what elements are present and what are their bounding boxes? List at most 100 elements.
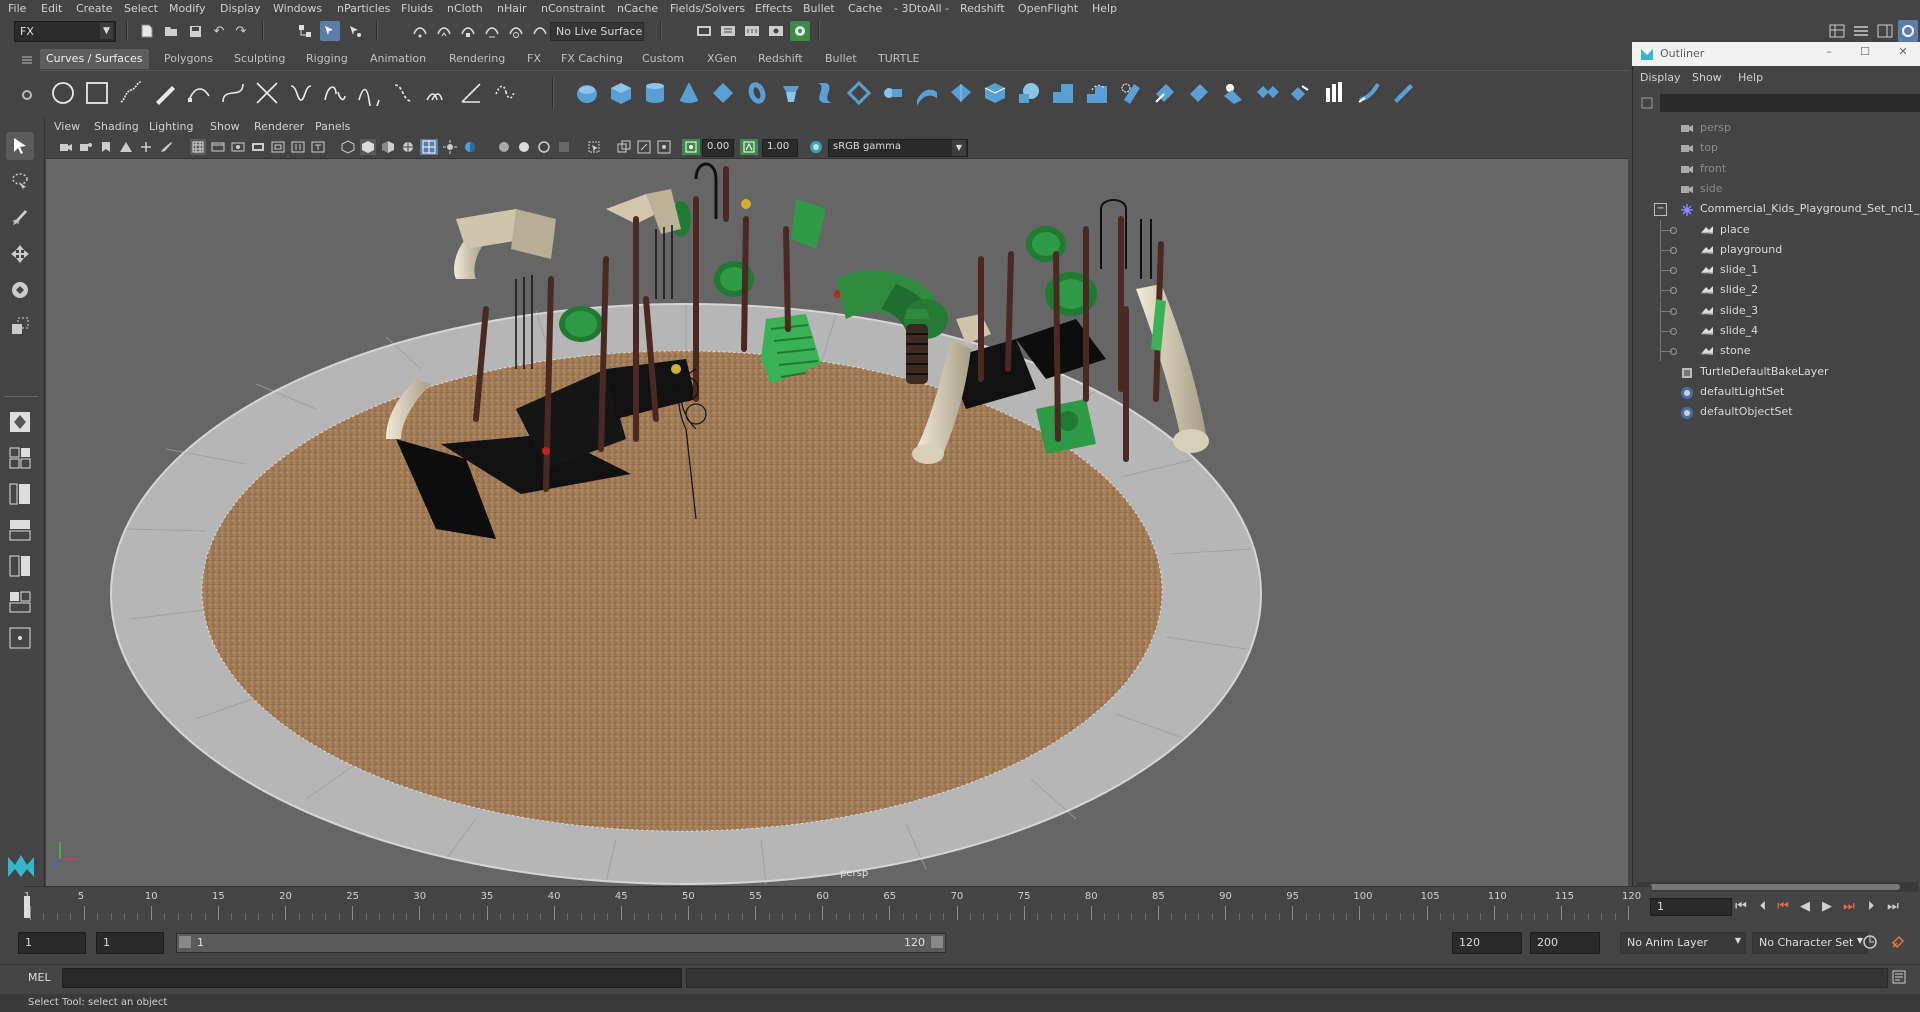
bookmark-icon[interactable] — [98, 139, 114, 155]
xray-components-icon[interactable] — [656, 139, 672, 155]
playback-start-field[interactable]: 1 — [96, 932, 164, 954]
scrollbar-thumb[interactable] — [1650, 884, 1900, 890]
menu-windows[interactable]: Windows — [273, 2, 322, 15]
menu-edit[interactable]: Edit — [41, 2, 62, 15]
color-management-icon[interactable] — [808, 139, 824, 155]
snap-view-plane-icon[interactable] — [482, 21, 502, 41]
nurbs-plane-icon[interactable] — [710, 80, 736, 106]
undo-icon[interactable]: ↶ — [210, 21, 228, 41]
align-surfaces-icon[interactable] — [1288, 80, 1314, 106]
close-icon[interactable]: ✕ — [1894, 45, 1912, 63]
camera-attributes-icon[interactable] — [78, 139, 94, 155]
tab-fx[interactable]: FX — [521, 49, 547, 69]
menu-openflight[interactable]: OpenFlight — [1018, 2, 1078, 15]
depth-of-field-icon[interactable] — [556, 139, 572, 155]
outliner-item-turtledefaultbakelayer[interactable]: TurtleDefaultBakeLayer — [1632, 362, 1920, 382]
new-scene-icon[interactable] — [138, 21, 156, 41]
tab-fx-caching[interactable]: FX Caching — [555, 49, 629, 69]
extend-curve-icon[interactable] — [356, 80, 382, 112]
outliner-item-top[interactable]: top — [1632, 138, 1920, 158]
maximize-icon[interactable]: ☐ — [1856, 45, 1874, 63]
wireframe-icon[interactable] — [340, 139, 356, 155]
menu-ncloth[interactable]: nCloth — [447, 2, 483, 15]
exposure-toggle-icon[interactable] — [682, 139, 700, 155]
persp-outliner-layout-icon[interactable] — [6, 480, 34, 508]
menu-set-dropdown[interactable]: FX ▼ — [14, 21, 116, 42]
image-plane-icon[interactable] — [118, 139, 134, 155]
command-input[interactable] — [62, 968, 682, 988]
current-frame-field[interactable]: 1 — [1650, 898, 1732, 916]
intersect-surfaces-icon[interactable] — [1118, 80, 1144, 106]
shelf-settings-icon[interactable] — [18, 86, 36, 104]
step-forward-frame-icon[interactable]: ⏵ — [1862, 897, 1880, 915]
planar-icon[interactable] — [846, 80, 872, 106]
rotate-tool-icon[interactable] — [6, 276, 34, 304]
redo-icon[interactable]: ↷ — [232, 21, 250, 41]
menu-ncache[interactable]: nCache — [617, 2, 658, 15]
render-settings-icon[interactable] — [766, 21, 786, 41]
viewport-menu-panels[interactable]: Panels — [315, 120, 350, 133]
attach-surfaces-icon[interactable] — [1220, 80, 1246, 106]
menu-help[interactable]: Help — [1092, 2, 1117, 15]
tab-turtle[interactable]: TURTLE — [872, 49, 925, 69]
attach-curves-icon[interactable] — [288, 80, 314, 106]
gate-mask-icon[interactable] — [250, 139, 266, 155]
ipr-render-icon[interactable] — [742, 21, 762, 41]
step-back-frame-icon[interactable]: ⏴ — [1754, 897, 1772, 915]
motion-blur-icon[interactable] — [516, 139, 532, 155]
go-to-end-icon[interactable]: ⏭ — [1884, 897, 1902, 915]
boundary-icon[interactable] — [948, 80, 974, 106]
scale-tool-icon[interactable] — [6, 312, 34, 340]
xray-icon[interactable] — [616, 139, 632, 155]
range-start-handle[interactable] — [179, 936, 191, 948]
bevel-icon[interactable] — [1050, 80, 1076, 106]
field-chart-icon[interactable] — [270, 139, 286, 155]
multisample-aa-icon[interactable] — [536, 139, 552, 155]
menu-display[interactable]: Display — [220, 2, 261, 15]
curve-intersect-icon[interactable] — [254, 80, 280, 106]
open-close-surface-icon[interactable] — [1322, 80, 1348, 106]
step-back-key-icon[interactable]: ⏮ — [1774, 897, 1792, 915]
detach-surfaces-icon[interactable] — [1254, 80, 1280, 106]
lasso-tool-icon[interactable] — [6, 168, 34, 196]
outliner-persp-layout-icon[interactable] — [6, 588, 34, 616]
outliner-horizontal-scrollbar[interactable] — [1636, 882, 1918, 892]
menu-select[interactable]: Select — [124, 2, 158, 15]
viewport-menu-view[interactable]: View — [54, 120, 80, 133]
four-view-layout-icon[interactable] — [6, 444, 34, 472]
wireframe-on-shaded-icon[interactable] — [400, 139, 416, 155]
play-forwards-icon[interactable]: ▶ — [1818, 897, 1836, 915]
xray-joints-icon[interactable] — [636, 139, 652, 155]
textured-icon[interactable] — [420, 139, 438, 155]
auto-key-icon[interactable] — [1860, 932, 1880, 952]
end-frame-field[interactable]: 200 — [1530, 932, 1600, 954]
menu-create[interactable]: Create — [76, 2, 113, 15]
tab-sculpting[interactable]: Sculpting — [228, 49, 291, 69]
snap-grid-icon[interactable] — [410, 21, 430, 41]
pencil-curve-icon[interactable] — [152, 80, 178, 106]
menu-modify[interactable]: Modify — [169, 2, 205, 15]
current-time-marker[interactable] — [24, 896, 30, 918]
persp-hypershade-layout-icon[interactable] — [6, 552, 34, 580]
loft-icon[interactable] — [812, 80, 838, 106]
screen-space-ao-icon[interactable] — [496, 139, 512, 155]
safe-title-icon[interactable] — [310, 139, 326, 155]
tab-animation[interactable]: Animation — [364, 49, 432, 69]
outliner-filter-icon[interactable] — [1638, 94, 1656, 112]
menu-nconstraint[interactable]: nConstraint — [541, 2, 605, 15]
hypershade-icon[interactable] — [790, 21, 810, 41]
outliner-item-defaultlightset[interactable]: defaultLightSet — [1632, 382, 1920, 402]
outliner-item-slide-1[interactable]: slide_1 — [1632, 260, 1920, 281]
expand-dot-icon[interactable] — [1670, 267, 1677, 275]
menu-nhair[interactable]: nHair — [497, 2, 527, 15]
film-gate-icon[interactable] — [210, 139, 226, 155]
gamma-toggle-icon[interactable] — [740, 139, 758, 155]
outliner-menu-help[interactable]: Help — [1738, 71, 1763, 84]
toggle-channel-box-icon[interactable] — [1850, 20, 1872, 42]
menu-bullet[interactable]: Bullet — [803, 2, 835, 15]
paint-select-tool-icon[interactable] — [6, 204, 34, 232]
tab-rigging[interactable]: Rigging — [300, 49, 354, 69]
animation-preferences-icon[interactable] — [1888, 932, 1908, 952]
isolate-select-icon[interactable] — [586, 139, 602, 155]
select-by-hierarchy-icon[interactable] — [296, 21, 314, 41]
